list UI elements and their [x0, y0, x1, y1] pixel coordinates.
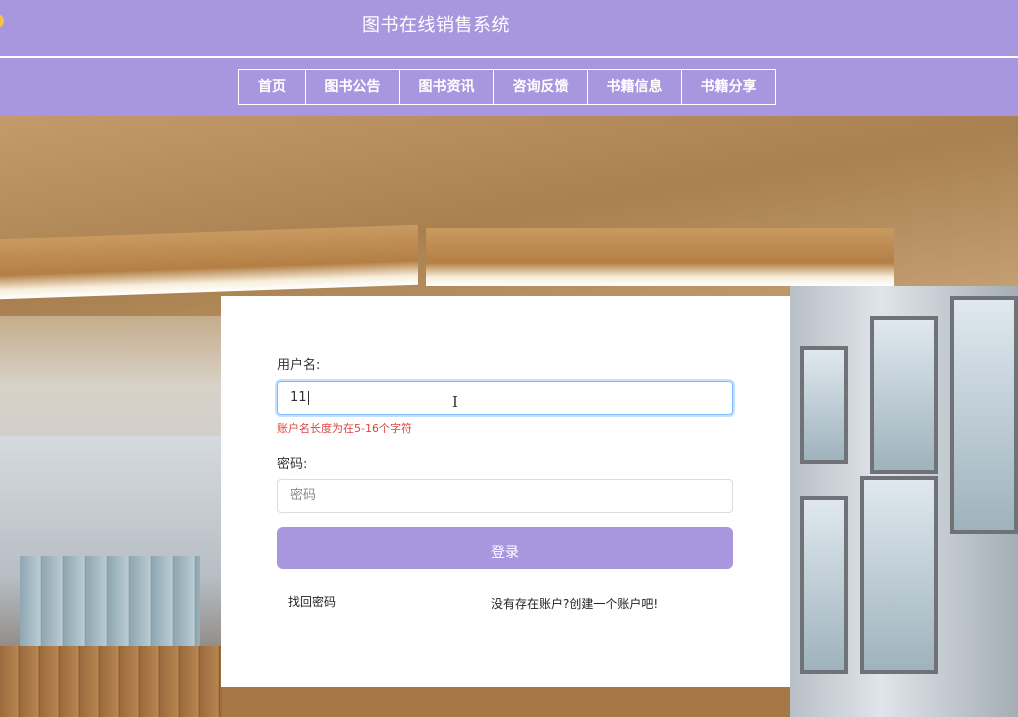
password-input[interactable]: 密码 — [277, 479, 733, 513]
register-link[interactable]: 没有存在账户?创建一个账户吧! — [491, 595, 658, 612]
nav-item-book-share[interactable]: 书籍分享 — [681, 70, 775, 104]
glass-partition-decor — [20, 556, 200, 656]
nav-item-book-notice[interactable]: 图书公告 — [305, 70, 399, 104]
light-beam-right — [426, 228, 894, 286]
nav-item-book-news[interactable]: 图书资讯 — [399, 70, 493, 104]
login-card: 用户名: 11 账户名长度为在5-16个字符 密码: 密码 登录 找回密码 没有… — [221, 296, 790, 687]
username-error-message: 账户名长度为在5-16个字符 — [277, 422, 412, 435]
text-caret — [307, 390, 309, 405]
login-button[interactable]: 登录 — [277, 527, 733, 569]
table-bottom-decor — [222, 686, 790, 717]
window-decor — [860, 476, 938, 674]
window-decor — [800, 346, 848, 464]
site-title: 图书在线销售系统 — [362, 15, 510, 36]
top-header-bar: 图书在线销售系统 — [0, 0, 1018, 58]
window-decor — [870, 316, 938, 474]
window-decor — [950, 296, 1018, 534]
forgot-password-link[interactable]: 找回密码 — [288, 593, 336, 610]
username-input[interactable]: 11 — [277, 381, 733, 415]
nav-item-feedback[interactable]: 咨询反馈 — [493, 70, 587, 104]
text-cursor-icon: I — [452, 393, 458, 411]
username-value: 11 — [290, 390, 307, 405]
main-nav: 首页 图书公告 图书资讯 咨询反馈 书籍信息 书籍分享 — [238, 69, 776, 105]
nav-bar: 首页 图书公告 图书资讯 咨询反馈 书籍信息 书籍分享 — [0, 58, 1018, 116]
nav-item-home[interactable]: 首页 — [239, 70, 305, 104]
nav-item-book-info[interactable]: 书籍信息 — [587, 70, 681, 104]
password-label: 密码: — [277, 457, 308, 472]
tables-decor — [0, 646, 222, 717]
username-label: 用户名: — [277, 358, 321, 373]
window-decor — [800, 496, 848, 674]
logo-icon — [0, 14, 4, 28]
